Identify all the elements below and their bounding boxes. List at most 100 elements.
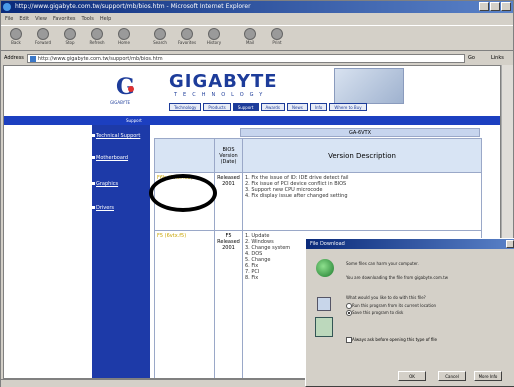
cancel-button[interactable]: Cancel xyxy=(438,371,466,381)
sidebar-item-technical-support[interactable]: Technical Support xyxy=(92,133,148,139)
nav-where-to-buy[interactable]: Where to Buy xyxy=(329,103,367,111)
home-button[interactable]: Home xyxy=(112,26,136,50)
address-url: http://www.gigabyte.com.tw/support/mb/bi… xyxy=(37,55,163,62)
table-cell-description: 1. Fix the issue of ID: IDE drive detect… xyxy=(242,172,482,231)
table-cell-file: F5 (6vtx.f5) xyxy=(154,230,215,378)
menu-favorites[interactable]: Favorites xyxy=(53,14,76,24)
section-bar: Support xyxy=(4,116,500,125)
search-icon xyxy=(154,28,166,40)
menu-file[interactable]: File xyxy=(5,14,13,24)
table-caption: GA-6VTX xyxy=(240,128,480,137)
close-button[interactable] xyxy=(501,2,511,11)
stop-icon xyxy=(64,28,76,40)
mail-label: Mail xyxy=(245,40,255,45)
table-cell-date: F5 Released 2001 xyxy=(214,230,243,378)
stop-button[interactable]: Stop xyxy=(58,26,82,50)
links-button[interactable]: Links xyxy=(491,55,513,61)
sidebar: Technical Support Motherboard Graphics D… xyxy=(92,125,150,378)
address-label: Address xyxy=(4,55,24,61)
toolbar-separator xyxy=(139,26,145,50)
favorites-button[interactable]: Favorites xyxy=(175,26,199,50)
favorites-label: Favorites xyxy=(177,40,197,45)
window-title: http://www.gigabyte.com.tw/support/mb/bi… xyxy=(15,3,251,10)
maximize-button[interactable] xyxy=(490,2,500,11)
home-icon xyxy=(118,28,130,40)
title-bar: http://www.gigabyte.com.tw/support/mb/bi… xyxy=(1,1,513,13)
brand-subtitle: TECHNOLOGY xyxy=(174,92,269,98)
nav-products[interactable]: Products xyxy=(203,103,231,111)
forward-button[interactable]: Forward xyxy=(31,26,55,50)
ok-button[interactable]: OK xyxy=(398,371,426,381)
table-cell-date: Released 2001 xyxy=(214,172,243,231)
refresh-icon xyxy=(91,28,103,40)
site-banner: G GIGABYTE GIGABYTE TECHNOLOGY Technolog… xyxy=(4,66,500,116)
more-info-button[interactable]: More Info xyxy=(474,371,502,381)
forward-icon xyxy=(37,28,49,40)
dialog-title-bar: File Download xyxy=(306,239,514,249)
print-icon xyxy=(271,28,283,40)
sidebar-item-drivers[interactable]: Drivers xyxy=(92,205,148,211)
favorites-icon xyxy=(181,28,193,40)
nav-awards[interactable]: Awards xyxy=(260,103,285,111)
refresh-button[interactable]: Refresh xyxy=(85,26,109,50)
menu-help[interactable]: Help xyxy=(100,14,111,24)
minimize-button[interactable] xyxy=(479,2,489,11)
always-ask-checkbox[interactable]: Always ask before opening this type of f… xyxy=(346,337,437,343)
history-button[interactable]: History xyxy=(202,26,226,50)
toolbar: Back Forward Stop Refresh Home Search Fa… xyxy=(1,25,513,51)
section-label: Support xyxy=(126,118,142,123)
menu-tools[interactable]: Tools xyxy=(82,14,94,24)
print-label: Print xyxy=(272,40,282,45)
col-header-file xyxy=(154,138,215,173)
history-label: History xyxy=(206,40,222,45)
address-input[interactable]: http://www.gigabyte.com.tw/support/mb/bi… xyxy=(26,53,465,63)
dialog-title: File Download xyxy=(310,241,345,247)
floppy-disk-icon xyxy=(317,297,331,311)
sidebar-item-motherboard[interactable]: Motherboard xyxy=(92,155,148,161)
refresh-label: Refresh xyxy=(89,40,105,45)
nav-support[interactable]: Support xyxy=(232,103,259,111)
desc-line: 4. Fix display issue after changed setti… xyxy=(245,193,348,199)
run-program-radio[interactable]: Run this program from its current locati… xyxy=(346,303,436,309)
gigabyte-logo-icon[interactable]: G xyxy=(114,74,138,100)
save-to-disk-radio[interactable]: Save this program to disk xyxy=(346,310,403,316)
page-icon xyxy=(29,55,36,62)
back-button[interactable]: Back xyxy=(4,26,28,50)
top-nav: Technology Products Support Awards News … xyxy=(169,103,367,111)
back-label: Back xyxy=(11,40,21,45)
nav-technology[interactable]: Technology xyxy=(169,103,202,111)
stop-label: Stop xyxy=(65,40,75,45)
menu-bar: File Edit View Favorites Tools Help xyxy=(1,14,513,24)
dialog-close-button[interactable] xyxy=(506,240,514,248)
logo-subtitle: GIGABYTE xyxy=(110,100,131,105)
highlight-circle-annotation xyxy=(149,174,217,212)
sidebar-item-graphics[interactable]: Graphics xyxy=(92,181,148,187)
brand-name: GIGABYTE xyxy=(169,71,278,92)
back-icon xyxy=(10,28,22,40)
dialog-question: What would you like to do with this file… xyxy=(346,295,426,300)
table-header-row: BIOS Version (Date) Version Description xyxy=(154,138,482,173)
forward-label: Forward xyxy=(34,40,52,45)
search-button[interactable]: Search xyxy=(148,26,172,50)
menu-view[interactable]: View xyxy=(35,14,47,24)
dialog-source-text: You are downloading the file from gigaby… xyxy=(346,275,448,280)
mail-icon xyxy=(244,28,256,40)
dialog-warning-text: Some files can harm your computer. xyxy=(346,261,419,266)
print-button[interactable]: Print xyxy=(265,26,289,50)
nav-news[interactable]: News xyxy=(287,103,308,111)
go-button[interactable]: Go xyxy=(468,55,488,61)
file-download-dialog: File Download Some files can harm your c… xyxy=(305,238,514,387)
history-icon xyxy=(208,28,220,40)
ie-icon xyxy=(3,3,11,11)
col-header-bios: BIOS Version (Date) xyxy=(214,138,243,173)
home-label: Home xyxy=(118,40,130,45)
window-controls xyxy=(479,2,511,11)
computer-icon xyxy=(315,317,333,337)
mail-button[interactable]: Mail xyxy=(238,26,262,50)
bios-file-link[interactable]: F5 (6vtx.f5) xyxy=(157,233,186,239)
nav-info[interactable]: Info xyxy=(309,103,328,111)
col-header-description: Version Description xyxy=(242,138,482,173)
globe-icon xyxy=(316,259,334,277)
menu-edit[interactable]: Edit xyxy=(19,14,29,24)
banner-image xyxy=(334,68,404,104)
